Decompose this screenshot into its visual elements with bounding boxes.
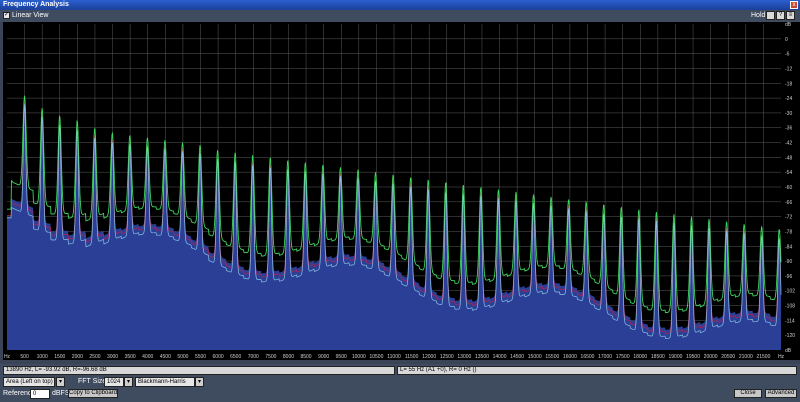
hold-toggle-button[interactable]: [766, 11, 775, 20]
x-tick-label: 6500: [230, 354, 241, 360]
x-tick-label: 13500: [475, 354, 489, 360]
reference-unit: dBFS: [52, 390, 70, 397]
y-tick-label: -96: [785, 274, 792, 280]
x-tick-label: 4500: [160, 354, 171, 360]
x-tick-label: 15000: [528, 354, 542, 360]
linear-view-checkbox[interactable]: ✓: [3, 12, 10, 19]
x-tick-label: 21500: [756, 354, 770, 360]
y-tick-label: -30: [785, 111, 792, 117]
y-tick-label: -66: [785, 200, 792, 206]
x-tick-label: 2500: [89, 354, 100, 360]
x-tick-label: 11000: [387, 354, 401, 360]
x-tick-label: 18000: [633, 354, 647, 360]
x-tick-label: 6000: [213, 354, 224, 360]
x-tick-label: 16500: [581, 354, 595, 360]
x-tick-label: 11500: [405, 354, 419, 360]
window-function-select[interactable]: Blackmann-Harris: [135, 377, 195, 387]
x-tick-label: 9500: [336, 354, 347, 360]
window-close-button[interactable]: x: [790, 1, 798, 9]
controls-panel: Area (Left on top) ▾ FFT Size 1024 ▾ Bla…: [0, 376, 800, 402]
advanced-button[interactable]: Advanced: [765, 389, 797, 398]
reference-input[interactable]: 0: [30, 389, 50, 399]
x-tick-label: 19000: [669, 354, 683, 360]
x-tick-label: 8500: [300, 354, 311, 360]
x-tick-label: 10500: [369, 354, 383, 360]
y-tick-label: -108: [785, 304, 795, 310]
linear-view-label: Linear View: [12, 12, 49, 19]
display-mode-select[interactable]: Area (Left on top): [3, 377, 55, 387]
x-tick-label: 12500: [440, 354, 454, 360]
hold-label: Hold: [751, 12, 766, 19]
x-tick-label: 1500: [54, 354, 65, 360]
copy-to-clipboard-button[interactable]: Copy to Clipboard: [68, 389, 118, 398]
y-tick-label: -120: [785, 333, 795, 339]
status-bar: 13890 Hz, L= -93.92 dB, R=-96.68 dB L= 5…: [0, 364, 800, 376]
x-tick-label: 19500: [686, 354, 700, 360]
x-tick-label: 17500: [616, 354, 630, 360]
y-tick-label: dB: [785, 348, 792, 354]
y-tick-label: -60: [785, 185, 792, 191]
x-tick-label: Hz: [4, 354, 11, 360]
x-tick-label: 14000: [493, 354, 507, 360]
y-tick-label: -90: [785, 259, 792, 265]
x-tick-label: 12000: [422, 354, 436, 360]
y-tick-label: -84: [785, 244, 792, 250]
x-tick-label: 4000: [142, 354, 153, 360]
x-tick-label: 15500: [545, 354, 559, 360]
cursor-readout: 13890 Hz, L= -93.92 dB, R=-96.68 dB: [3, 366, 395, 375]
y-tick-label: -72: [785, 215, 792, 221]
x-tick-label: Hz: [778, 354, 785, 360]
x-tick-label: 16000: [563, 354, 577, 360]
x-tick-label: 500: [20, 354, 29, 360]
y-tick-label: -36: [785, 126, 792, 132]
fft-size-select[interactable]: 1024: [104, 377, 124, 387]
x-tick-label: 5500: [195, 354, 206, 360]
x-tick-label: 8000: [283, 354, 294, 360]
close-button[interactable]: Close: [734, 389, 762, 398]
y-tick-label: -24: [785, 96, 792, 102]
settings-button[interactable]: ≡: [786, 11, 795, 20]
y-tick-label: -6: [785, 52, 790, 58]
window-function-dropdown-button[interactable]: ▾: [195, 377, 204, 387]
y-tick-label: -102: [785, 289, 795, 295]
title-bar[interactable]: Frequency Analysis x: [0, 0, 800, 10]
x-tick-label: 20500: [721, 354, 735, 360]
y-tick-label: -78: [785, 229, 792, 235]
x-tick-label: 13000: [457, 354, 471, 360]
y-tick-label: -48: [785, 155, 792, 161]
x-tick-label: 3000: [107, 354, 118, 360]
x-tick-label: 1000: [37, 354, 48, 360]
display-mode-dropdown-button[interactable]: ▾: [56, 377, 65, 387]
help-button[interactable]: ?: [776, 11, 785, 20]
x-tick-label: 2000: [72, 354, 83, 360]
x-tick-label: 17000: [598, 354, 612, 360]
x-tick-label: 18500: [651, 354, 665, 360]
x-tick-label: 7000: [248, 354, 259, 360]
peak-readout: L= 55 Hz (A1 +0), R= 0 Hz (): [397, 366, 797, 375]
fft-size-dropdown-button[interactable]: ▾: [124, 377, 133, 387]
x-tick-label: 21000: [739, 354, 753, 360]
toolbar: ✓ Linear View Hold ? ≡: [0, 10, 800, 22]
y-tick-label: 0: [785, 37, 788, 43]
y-tick-label: -114: [785, 318, 795, 324]
y-tick-label: dB: [785, 22, 792, 28]
y-tick-label: -42: [785, 141, 792, 147]
frequency-spectrum-graph[interactable]: dB 0 -6 -12 -18 -24 -30 -36 -42 -48 -54 -60 -66 -72 -7…: [3, 22, 800, 360]
x-tick-label: 5000: [177, 354, 188, 360]
y-tick-label: -54: [785, 170, 792, 176]
x-tick-label: 9000: [318, 354, 329, 360]
frequency-analysis-window: Frequency Analysis x ✓ Linear View Hold …: [0, 0, 800, 402]
y-tick-label: -18: [785, 81, 792, 87]
y-tick-label: -12: [785, 66, 792, 72]
x-tick-label: 10000: [352, 354, 366, 360]
x-tick-label: 7500: [265, 354, 276, 360]
window-title: Frequency Analysis: [3, 1, 69, 8]
x-tick-label: 3500: [125, 354, 136, 360]
x-tick-label: 14500: [510, 354, 524, 360]
x-tick-label: 20000: [704, 354, 718, 360]
fft-size-label: FFT Size: [78, 378, 107, 385]
